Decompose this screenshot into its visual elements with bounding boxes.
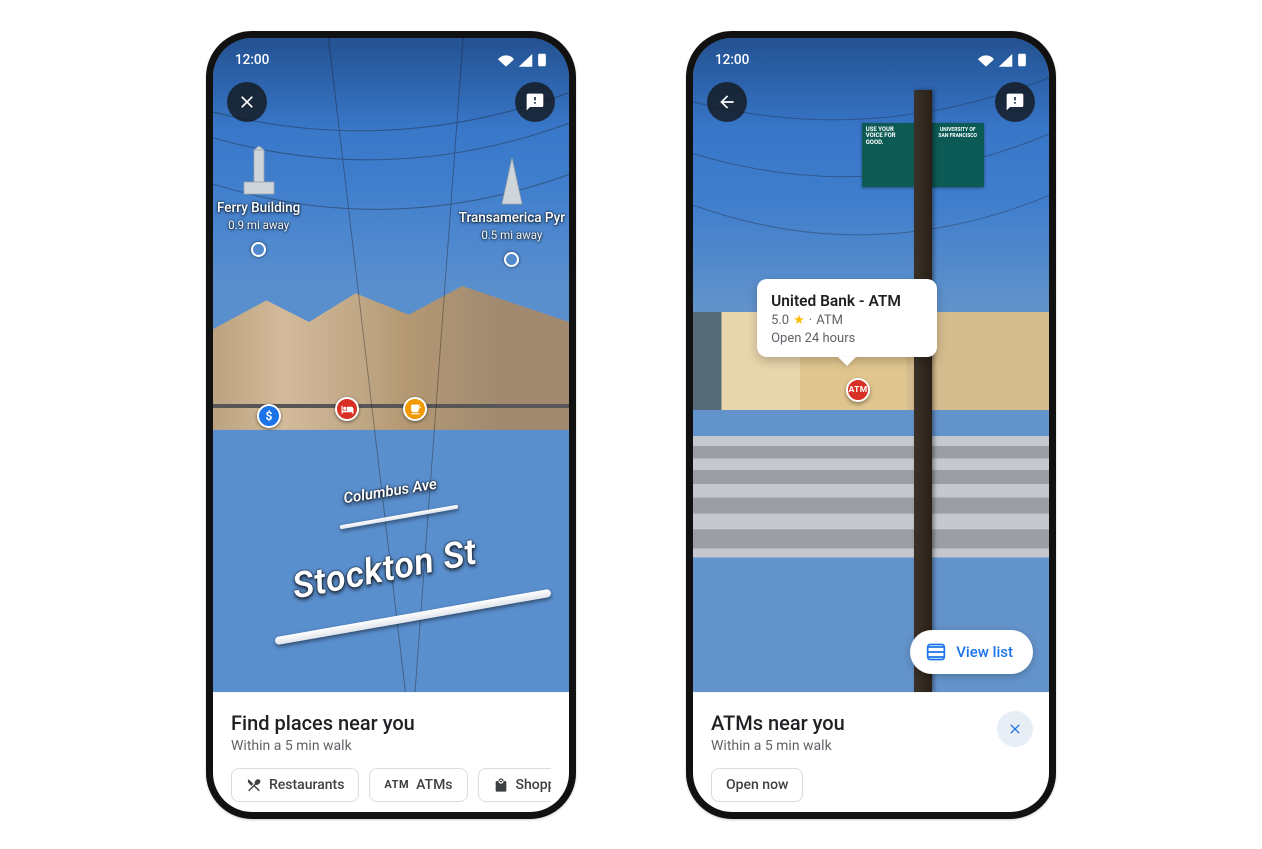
phone-mock-2: 12:00 USE YOUR VOICE FOR xyxy=(686,31,1056,819)
landmark-name: Ferry Building xyxy=(217,200,300,216)
status-icons xyxy=(978,53,1027,67)
filter-chip-row[interactable]: Open now xyxy=(711,768,1031,802)
feedback-button[interactable] xyxy=(515,82,555,122)
feedback-icon xyxy=(525,92,545,112)
status-icons xyxy=(498,53,547,67)
shopping-icon xyxy=(493,777,509,793)
list-icon xyxy=(926,642,946,662)
landmark-distance: 0.5 mi away xyxy=(481,228,542,242)
sheet-close-button[interactable] xyxy=(997,711,1033,747)
close-icon xyxy=(237,92,257,112)
poi-pin-cafe[interactable] xyxy=(403,397,427,421)
bottom-sheet: ATMs near you Within a 5 min walk Open n… xyxy=(693,692,1049,812)
landmark-transamerica[interactable]: Transamerica Pyr 0.5 mi away xyxy=(459,156,565,267)
close-button[interactable] xyxy=(227,82,267,122)
poi-pin-hotel[interactable] xyxy=(335,397,359,421)
ar-camera-view[interactable]: Ferry Building 0.9 mi away Transamerica … xyxy=(213,38,569,692)
chip-atms[interactable]: ATM ATMs xyxy=(369,768,467,802)
landmark-distance: 0.9 mi away xyxy=(228,218,289,232)
callout-title: United Bank - ATM xyxy=(771,291,923,312)
view-list-label: View list xyxy=(956,643,1013,661)
chip-label: ATMs xyxy=(416,777,452,793)
street-banner-right: UNIVERSITY OF SAN FRANCISCO xyxy=(932,123,984,187)
feedback-button[interactable] xyxy=(995,82,1035,122)
bed-icon xyxy=(341,403,354,416)
status-bar: 12:00 xyxy=(225,44,557,76)
transamerica-icon xyxy=(492,156,532,206)
star-icon: ★ xyxy=(793,312,805,330)
chip-shopping[interactable]: Shopping xyxy=(478,768,551,802)
view-list-button[interactable]: View list xyxy=(910,630,1033,674)
dollar-icon: $ xyxy=(266,409,273,423)
back-arrow-icon xyxy=(717,92,737,112)
coffee-icon xyxy=(409,403,422,416)
status-bar: 12:00 xyxy=(705,44,1037,76)
atm-map-pin[interactable]: ATM xyxy=(846,378,870,402)
feedback-icon xyxy=(1005,92,1025,112)
phone-mock-1: 12:00 xyxy=(206,31,576,819)
landmark-ferry-building[interactable]: Ferry Building 0.9 mi away xyxy=(217,146,300,257)
utility-pole xyxy=(914,90,932,692)
poi-pin-money[interactable]: $ xyxy=(257,404,281,428)
sheet-title: Find places near you xyxy=(231,711,551,735)
category-chip-row[interactable]: Restaurants ATM ATMs Shopping xyxy=(231,768,551,802)
restaurant-icon xyxy=(246,777,262,793)
chip-label: Open now xyxy=(726,777,788,793)
back-button[interactable] xyxy=(707,82,747,122)
chip-restaurants[interactable]: Restaurants xyxy=(231,768,359,802)
chip-label: Shopping xyxy=(516,777,551,793)
ferry-building-icon xyxy=(239,146,279,196)
atm-icon: ATM xyxy=(384,778,409,791)
street-banner-left: USE YOUR VOICE FOR GOOD. xyxy=(862,123,914,187)
atm-pin-label: ATM xyxy=(849,385,868,395)
callout-hours: Open 24 hours xyxy=(771,330,923,348)
chip-open-now[interactable]: Open now xyxy=(711,768,803,802)
callout-meta: 5.0 ★ · ATM xyxy=(771,312,923,330)
sheet-subtitle: Within a 5 min walk xyxy=(231,738,551,754)
status-time: 12:00 xyxy=(235,52,269,68)
sheet-title: ATMs near you xyxy=(711,711,1031,735)
sheet-subtitle: Within a 5 min walk xyxy=(711,738,1031,754)
status-time: 12:00 xyxy=(715,52,749,68)
ar-camera-view[interactable]: USE YOUR VOICE FOR GOOD. UNIVERSITY OF S… xyxy=(693,38,1049,692)
place-callout[interactable]: United Bank - ATM 5.0 ★ · ATM Open 24 ho… xyxy=(757,279,937,357)
chip-label: Restaurants xyxy=(269,777,344,793)
close-icon xyxy=(1007,721,1023,737)
landmark-name: Transamerica Pyr xyxy=(459,210,565,226)
bottom-sheet: Find places near you Within a 5 min walk… xyxy=(213,692,569,812)
